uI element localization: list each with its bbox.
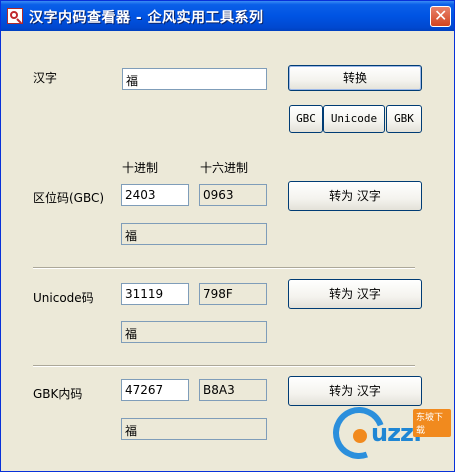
gbk-button[interactable]: GBK [386,105,422,133]
qwm-label: 区位码(GBC) [33,191,105,205]
unicode-to-hanzi-button[interactable]: 转为 汉字 [288,279,422,309]
unicode-decimal-input[interactable]: 31119 [121,283,189,305]
divider [33,365,415,367]
qwm-hex-field[interactable]: 0963 [199,184,267,206]
gbk-result-field[interactable]: 福 [121,418,267,440]
gbk-hex-field[interactable]: B8A3 [199,379,267,401]
unicode-hex-field[interactable]: 798F [199,283,267,305]
hanzi-label: 汉字 [33,71,58,85]
unicode-button[interactable]: Unicode [323,105,385,133]
unicode-result-field[interactable]: 福 [121,321,267,343]
uzzf-watermark-logo: uzzf 东坡下载 [324,398,451,468]
gbk-decimal-input[interactable]: 47267 [121,379,189,401]
hex-header: 十六进制 [200,161,249,175]
unicode-label: Unicode码 [33,291,94,305]
close-icon: ✕ [434,6,448,25]
divider [33,267,415,269]
qwm-result-field[interactable]: 福 [121,223,267,245]
hanzi-input[interactable]: 福 [122,68,267,90]
watermark-tag: 东坡下载 [413,409,451,437]
gbk-to-hanzi-button[interactable]: 转为 汉字 [288,376,422,406]
title-bar[interactable]: 汉字内码查看器 - 企风实用工具系列 ✕ [1,1,454,31]
convert-button[interactable]: 转换 [288,65,422,91]
gbc-button[interactable]: GBC [289,105,323,133]
decimal-header: 十进制 [122,161,159,175]
window-title: 汉字内码查看器 - 企风实用工具系列 [29,10,264,26]
qwm-decimal-input[interactable]: 2403 [121,184,189,206]
gbk-label: GBK内码 [33,387,83,401]
magnifier-app-icon [7,8,23,24]
qwm-to-hanzi-button[interactable]: 转为 汉字 [288,181,422,211]
close-button[interactable]: ✕ [430,6,451,27]
app-window: 汉字内码查看器 - 企风实用工具系列 ✕ 汉字 福 转换 GBC Unicode… [0,0,455,472]
